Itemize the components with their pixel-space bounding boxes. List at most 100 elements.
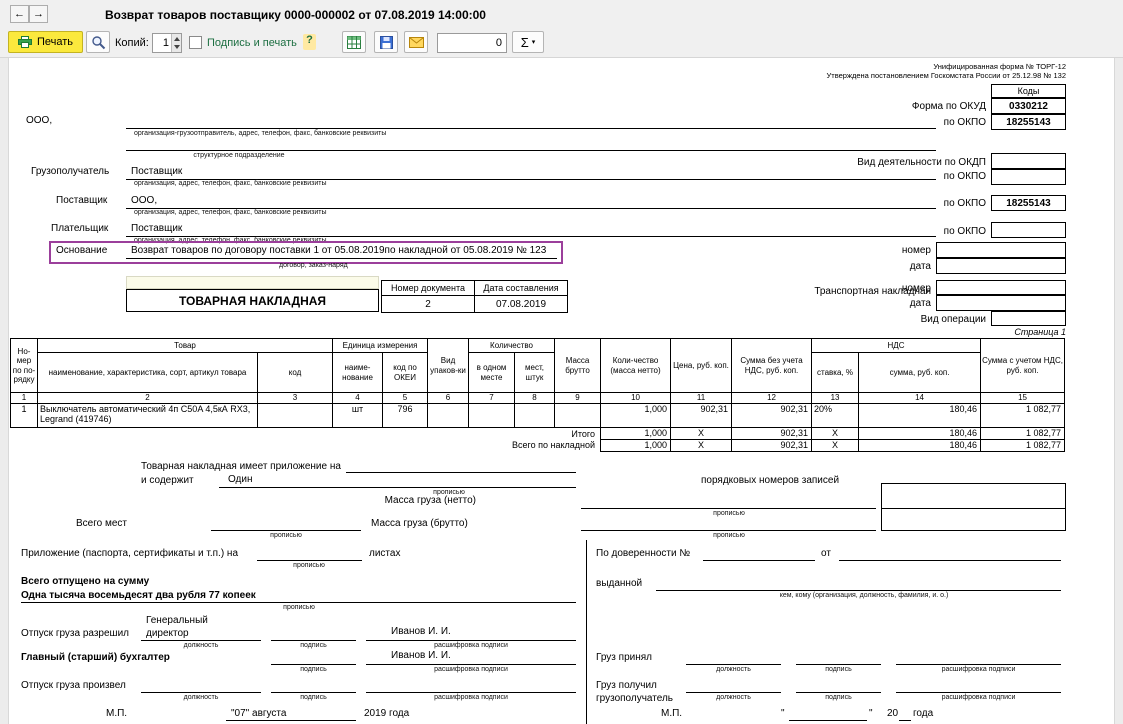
preview-button[interactable]	[86, 31, 110, 53]
propisyu-caption-4: прописью	[649, 532, 809, 539]
cell-package	[428, 404, 469, 428]
warrant-date-line	[839, 560, 1061, 561]
cargo-received-label-2: грузополучатель	[596, 693, 673, 704]
th-sum-with-vat: Сумма с учетом НДС, руб. коп.	[981, 339, 1065, 393]
back-button[interactable]: ←	[10, 5, 29, 23]
stamp-mp-right: М.П.	[661, 708, 682, 719]
magnifier-icon	[91, 35, 106, 50]
th-places: мест, штук	[515, 353, 555, 393]
th-in-place: в одном месте	[469, 353, 515, 393]
allowed-sign-line	[271, 640, 356, 641]
doc-number-value: 2	[382, 296, 475, 313]
colnum-10: 10	[601, 393, 671, 404]
tn-date-box	[936, 295, 1066, 311]
save-button[interactable]	[374, 31, 398, 53]
signature-name-2: Иванов И. И.	[391, 650, 451, 661]
mass-words-divider	[882, 508, 1065, 509]
cell-vat-sum: 180,46	[859, 404, 981, 428]
sum-button[interactable]: Σ▾	[512, 31, 544, 53]
propisyu-caption-6: прописью	[239, 604, 359, 611]
colnum-15: 15	[981, 393, 1065, 404]
okpo1-value: 18255143	[991, 114, 1066, 130]
struct-caption: структурное подразделение	[139, 152, 339, 159]
accepted-position-caption: должность	[686, 666, 781, 673]
th-sum-wo-vat: Сумма без учета НДС, руб. коп.	[732, 339, 812, 393]
document-preview: Унифицированная форма № ТОРГ-12 Утвержде…	[8, 58, 1115, 724]
colnum-3: 3	[258, 393, 333, 404]
total-itogo-vat-rate: X	[812, 428, 859, 440]
sign-print-checkbox[interactable]	[189, 36, 202, 49]
colnum-11: 11	[671, 393, 732, 404]
total-vsego-total: 1 082,77	[981, 440, 1065, 452]
accepted-position-line	[686, 664, 781, 665]
print-label: Печать	[37, 36, 73, 48]
total-vsego-vat-rate: X	[812, 440, 859, 452]
copies-label: Копий:	[115, 37, 149, 49]
cell-total: 1 082,77	[981, 404, 1065, 428]
decrement-icon[interactable]	[174, 45, 180, 49]
total-itogo-qty: 1,000	[601, 428, 671, 440]
help-badge[interactable]: ?	[303, 34, 316, 50]
okud-value: 0330212	[991, 98, 1066, 114]
supplier-label: Поставщик	[56, 195, 107, 206]
accountant-label: Главный (старший) бухгалтер	[21, 652, 170, 663]
sign-print-label: Подпись и печать	[207, 37, 297, 49]
received-position-line	[686, 692, 781, 693]
basis-number-box	[936, 242, 1066, 258]
page-indicator: Страница 1	[916, 327, 1066, 337]
colnum-7: 7	[469, 393, 515, 404]
email-button[interactable]	[404, 31, 428, 53]
accountant-decode-caption: расшифровка подписи	[366, 666, 576, 673]
contains-value: Один	[228, 474, 253, 485]
release-made-label: Отпуск груза произвел	[21, 680, 126, 691]
mass-gross-line	[581, 530, 876, 531]
allowed-sign-caption: подпись	[271, 642, 356, 649]
operation-value-box	[991, 311, 1066, 326]
colnum-2: 2	[38, 393, 258, 404]
printer-icon	[18, 36, 32, 48]
received-position-caption: должность	[686, 694, 781, 701]
cell-places	[515, 404, 555, 428]
total-itogo-label: Итого	[11, 428, 601, 440]
basis-date-box	[936, 258, 1066, 274]
colnum-6: 6	[428, 393, 469, 404]
total-sum-label: Всего отпущено на сумму	[21, 576, 149, 587]
mass-net-line	[581, 508, 876, 509]
total-words-line	[21, 602, 576, 603]
increment-icon[interactable]	[174, 37, 180, 41]
records-label: порядковых номеров записей	[701, 475, 839, 486]
window-title: Возврат товаров поставщику 0000-000002 о…	[105, 8, 486, 22]
table-icon	[347, 36, 361, 49]
colnum-14: 14	[859, 393, 981, 404]
date-words-left: "07" августа	[231, 708, 286, 719]
basis-value: Возврат товаров по договору поставки 1 о…	[131, 245, 546, 256]
total-vsego-sum: 902,31	[732, 440, 812, 452]
made-position-line	[141, 692, 261, 693]
quote-open: "	[781, 708, 785, 719]
counter-field[interactable]: 0	[437, 33, 507, 53]
colnum-1: 1	[11, 393, 38, 404]
position-line2: директор	[146, 628, 189, 639]
release-allowed-label: Отпуск груза разрешил	[21, 628, 129, 639]
cell-okei: 796	[383, 404, 428, 428]
total-vsego-qty: 1,000	[601, 440, 671, 452]
okpo2-value-box	[991, 169, 1066, 185]
th-net-quantity: Коли-чество (масса нетто)	[601, 339, 671, 393]
total-itogo-vat-sum: 180,46	[859, 428, 981, 440]
okud-label: Форма по ОКУД	[786, 101, 986, 112]
copies-stepper[interactable]: 1	[152, 33, 182, 53]
allowed-position-line	[141, 640, 261, 641]
print-button[interactable]: Печать	[8, 31, 83, 53]
th-vat: НДС	[812, 339, 981, 353]
issued-caption: кем, кому (организация, должность, фамил…	[699, 592, 1029, 599]
table-settings-button[interactable]	[342, 31, 366, 53]
codes-title-box: Коды	[991, 84, 1066, 98]
colnum-9: 9	[555, 393, 601, 404]
stepper-arrows[interactable]	[171, 34, 181, 52]
cell-vat-rate: 20%	[812, 404, 859, 428]
accepted-sign-caption: подпись	[796, 666, 881, 673]
total-vsego-vat-sum: 180,46	[859, 440, 981, 452]
forward-button[interactable]: →	[29, 5, 48, 23]
tn-number-label: номер	[831, 283, 931, 294]
propisyu-caption-3: прописью	[221, 532, 351, 539]
